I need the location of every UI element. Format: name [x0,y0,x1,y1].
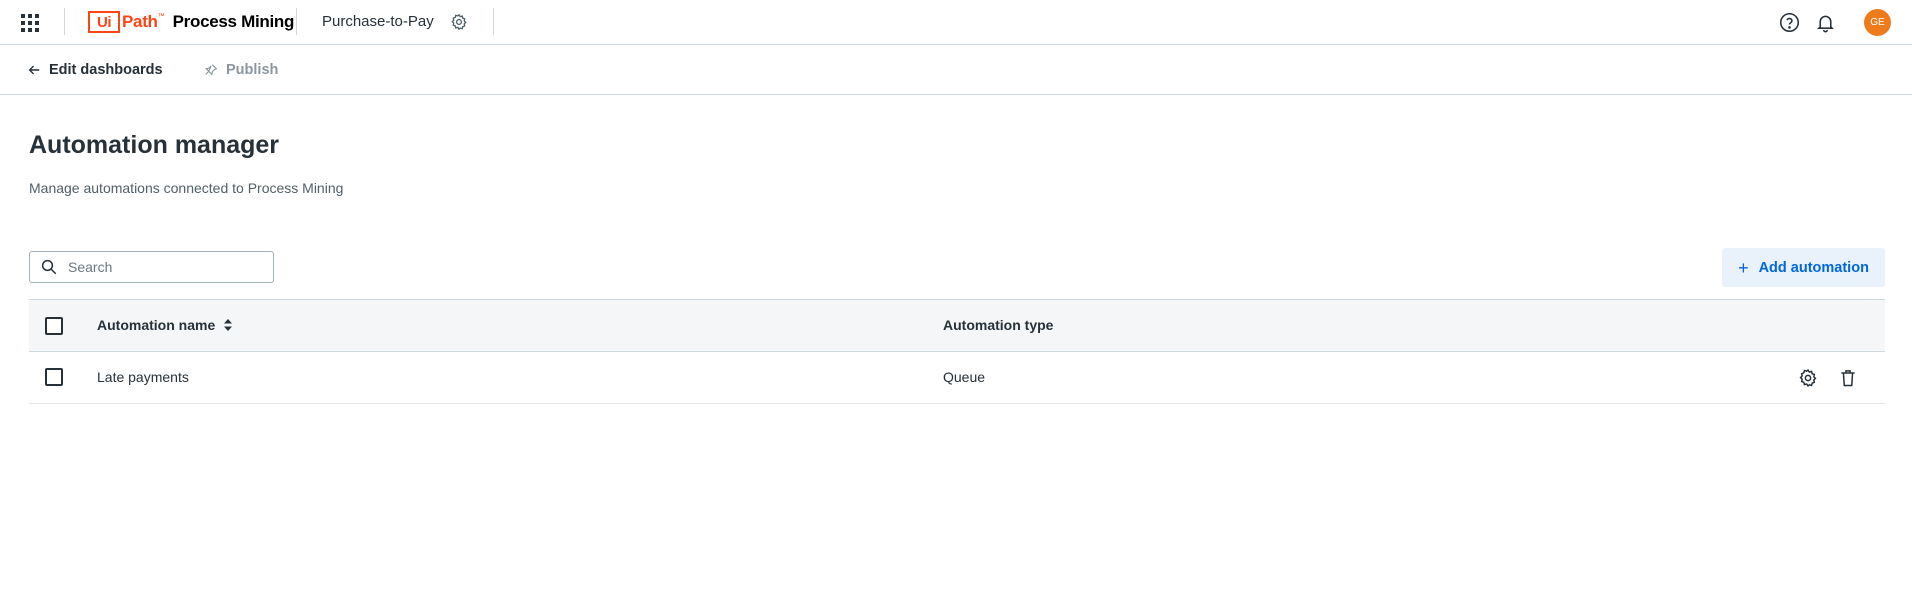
search-field[interactable] [29,251,274,283]
table-header: Automation name Automation type [29,299,1885,352]
search-icon [41,259,57,275]
page-subtitle: Manage automations connected to Process … [29,180,344,196]
row-checkbox[interactable] [45,368,63,386]
logo-trademark: ™ [157,13,165,20]
help-circle-icon[interactable] [1779,12,1800,33]
automations-table: Automation name Automation type Late pay… [29,299,1885,404]
edit-dashboards-button[interactable]: Edit dashboards [27,60,163,80]
gear-icon[interactable] [1798,368,1818,388]
arrow-left-icon [28,65,40,75]
automation-type-cell: Queue [943,369,986,385]
process-app-name[interactable]: Purchase-to-Pay [322,13,434,30]
column-header-automation-type: Automation type [943,317,1054,333]
column-header-automation-name[interactable]: Automation name [97,317,233,333]
apps-grid-icon[interactable] [20,13,40,33]
avatar[interactable]: GE [1864,9,1891,36]
pin-icon [205,64,218,76]
divider [64,8,65,35]
search-input[interactable] [68,259,258,275]
plus-icon: + [1738,257,1749,278]
divider [296,8,297,35]
uipath-logo[interactable]: Ui Path ™ Process Mining [88,10,294,34]
add-automation-button[interactable]: + Add automation [1722,248,1885,287]
page-title: Automation manager [29,131,280,159]
select-all-checkbox[interactable] [45,317,63,335]
bell-icon[interactable] [1815,12,1836,33]
trash-icon[interactable] [1838,368,1858,388]
edit-dashboards-label: Edit dashboards [49,62,163,78]
logo-path: Path [122,12,158,31]
product-name: Process Mining [172,12,295,31]
logo-mark: Ui [88,11,120,33]
divider [493,8,494,35]
publish-button[interactable]: Publish [204,60,278,80]
top-bar: Ui Path ™ Process Mining Purchase-to-Pay… [0,0,1912,45]
table-row[interactable]: Late payments Queue [29,352,1885,404]
sort-icon [224,319,233,331]
automation-name-cell: Late payments [97,369,189,385]
publish-label: Publish [226,62,279,78]
dashboard-toolbar: Edit dashboards Publish [0,46,1912,95]
gear-icon[interactable] [450,13,468,31]
column-label: Automation name [97,317,216,333]
add-automation-label: Add automation [1758,259,1869,276]
